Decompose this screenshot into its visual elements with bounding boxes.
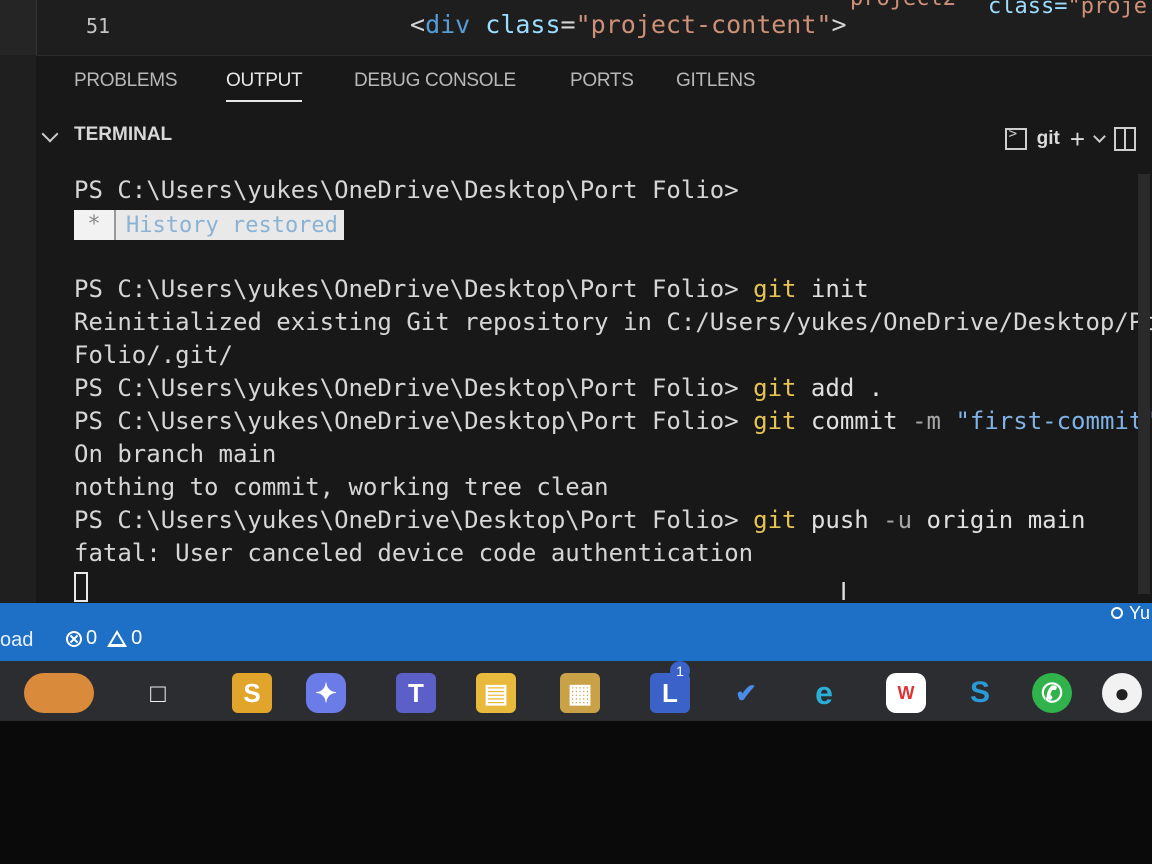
terminal-line: PS C:\Users\yukes\OneDrive\Desktop\Port … — [74, 273, 1134, 306]
command-flag: -u — [868, 506, 913, 534]
code-token: div — [425, 10, 471, 39]
terminal-prompt: PS C:\Users\yukes\OneDrive\Desktop\Port … — [74, 506, 739, 534]
terminal-line: fatal: User canceled device code authent… — [74, 539, 754, 567]
terminal-prompt: PS C:\Users\yukes\OneDrive\Desktop\Port … — [74, 176, 739, 204]
terminal-cursor — [74, 572, 88, 602]
tab-problems[interactable]: PROBLEMS — [74, 70, 177, 92]
warning-icon — [107, 630, 128, 647]
store-icon[interactable]: ▦ — [560, 673, 600, 713]
skype-icon[interactable]: S — [960, 673, 1000, 713]
folder-icon[interactable]: ▤ — [476, 673, 516, 713]
copilot-icon[interactable]: ✦ — [306, 673, 346, 713]
code-fragment-class: class="proje — [988, 0, 1147, 19]
line-number: 51 — [86, 14, 111, 38]
terminal-line: PS C:\Users\yukes\OneDrive\Desktop\Port … — [74, 504, 1134, 537]
file-explorer-icon[interactable]: □ — [138, 673, 178, 713]
terminal-line: Reinitialized existing Git repository in… — [74, 308, 1152, 336]
status-right-item[interactable]: Yu — [1110, 602, 1150, 623]
terminal-prompt: PS C:\Users\yukes\OneDrive\Desktop\Port … — [74, 407, 739, 435]
code-fragment: project2 — [850, 0, 956, 11]
code-token: class — [470, 10, 561, 39]
git-command: git — [753, 275, 797, 303]
code-token: < — [410, 10, 426, 39]
code-token: class= — [988, 0, 1068, 19]
split-terminal-icon[interactable] — [1114, 127, 1136, 151]
wps-office-icon[interactable]: W — [886, 673, 926, 713]
github-icon[interactable]: ● — [1102, 673, 1142, 713]
monitor-bezel — [0, 721, 1152, 864]
git-command: git — [753, 506, 797, 534]
terminal-name[interactable]: git — [1037, 128, 1060, 150]
code-line[interactable]: <div class="project-content"> — [410, 10, 847, 39]
history-restored-banner: * History restored — [74, 210, 344, 240]
editor-area: 51 <div class="project-content"> project… — [0, 0, 1152, 55]
teams-icon[interactable]: T — [396, 673, 436, 713]
sublime-text-icon[interactable]: S — [232, 673, 272, 713]
code-token: = — [560, 10, 576, 39]
notification-badge: 1 — [670, 661, 690, 681]
edge-icon[interactable]: e — [804, 673, 844, 713]
git-command: git — [753, 407, 797, 435]
terminal-line: PS C:\Users\yukes\OneDrive\Desktop\Port … — [74, 405, 1152, 438]
tab-debug-console[interactable]: DEBUG CONSOLE — [354, 70, 516, 92]
terminal-section-title: TERMINAL — [74, 124, 173, 145]
tab-output[interactable]: OUTPUT — [226, 70, 303, 102]
terminal-output[interactable]: PS C:\Users\yukes\OneDrive\Desktop\Port … — [74, 174, 1152, 603]
status-bar: oad 0 0 Yu — [0, 603, 1152, 661]
terminal-line: nothing to commit, working tree clean — [74, 473, 609, 501]
command-string: "first-commit" — [941, 407, 1152, 435]
history-label: History restored — [126, 212, 338, 238]
panel-tabs: PROBLEMS OUTPUT DEBUG CONSOLE PORTS GITL… — [36, 56, 1152, 112]
terminal-line — [74, 570, 1134, 603]
command-args: push — [796, 506, 869, 534]
command-args: origin main — [912, 506, 1086, 534]
terminal-actions: git + — [1004, 124, 1136, 154]
terminal-prompt: PS C:\Users\yukes\OneDrive\Desktop\Port … — [74, 374, 739, 402]
error-count: 0 — [86, 627, 98, 649]
terminal-line: * History restored — [74, 207, 1134, 240]
chevron-down-icon[interactable] — [41, 125, 59, 143]
command-flag: -m — [897, 407, 941, 435]
status-left-fragment: oad — [0, 629, 34, 651]
terminal-header[interactable]: TERMINAL git + — [36, 118, 1152, 158]
tab-ports[interactable]: PORTS — [570, 70, 634, 92]
command-args: commit — [796, 407, 898, 435]
todo-icon[interactable]: ✔ — [726, 673, 766, 713]
command-args: init — [796, 275, 869, 303]
activity-bar-edge — [0, 0, 37, 55]
whatsapp-icon[interactable]: ✆ — [1032, 673, 1072, 713]
status-right-fragment: Yu — [1128, 602, 1150, 623]
problems-indicator[interactable]: 0 0 — [66, 627, 142, 650]
plus-icon[interactable]: + — [1070, 126, 1085, 152]
windows-taskbar: □ S ✦ T ▤ ▦ L 1 ✔ e W S ✆ ● — [0, 661, 1152, 721]
chevron-down-icon[interactable] — [1093, 129, 1106, 143]
terminal-scrollbar[interactable] — [1138, 174, 1150, 594]
code-token: > — [831, 10, 847, 39]
terminal-line: PS C:\Users\yukes\OneDrive\Desktop\Port … — [74, 174, 1134, 207]
terminal-prompt: PS C:\Users\yukes\OneDrive\Desktop\Port … — [74, 275, 739, 303]
terminal-line: On branch main — [74, 440, 277, 468]
bottom-panel: PROBLEMS OUTPUT DEBUG CONSOLE PORTS GITL… — [36, 55, 1152, 606]
error-icon — [66, 630, 82, 647]
terminal-icon — [1004, 126, 1027, 150]
git-command: git — [753, 374, 797, 402]
warning-count: 0 — [131, 627, 143, 649]
source-control-icon — [1110, 607, 1123, 619]
code-token: "project-content" — [575, 10, 832, 39]
terminal-line: Folio/.git/ — [74, 341, 233, 369]
code-token: "proje — [1067, 0, 1147, 19]
tab-gitlens[interactable]: GITLENS — [676, 70, 756, 92]
command-args: add . — [796, 374, 884, 402]
history-star: * — [74, 210, 116, 240]
pizza-app-icon[interactable] — [24, 673, 94, 713]
terminal-line: PS C:\Users\yukes\OneDrive\Desktop\Port … — [74, 372, 1134, 405]
